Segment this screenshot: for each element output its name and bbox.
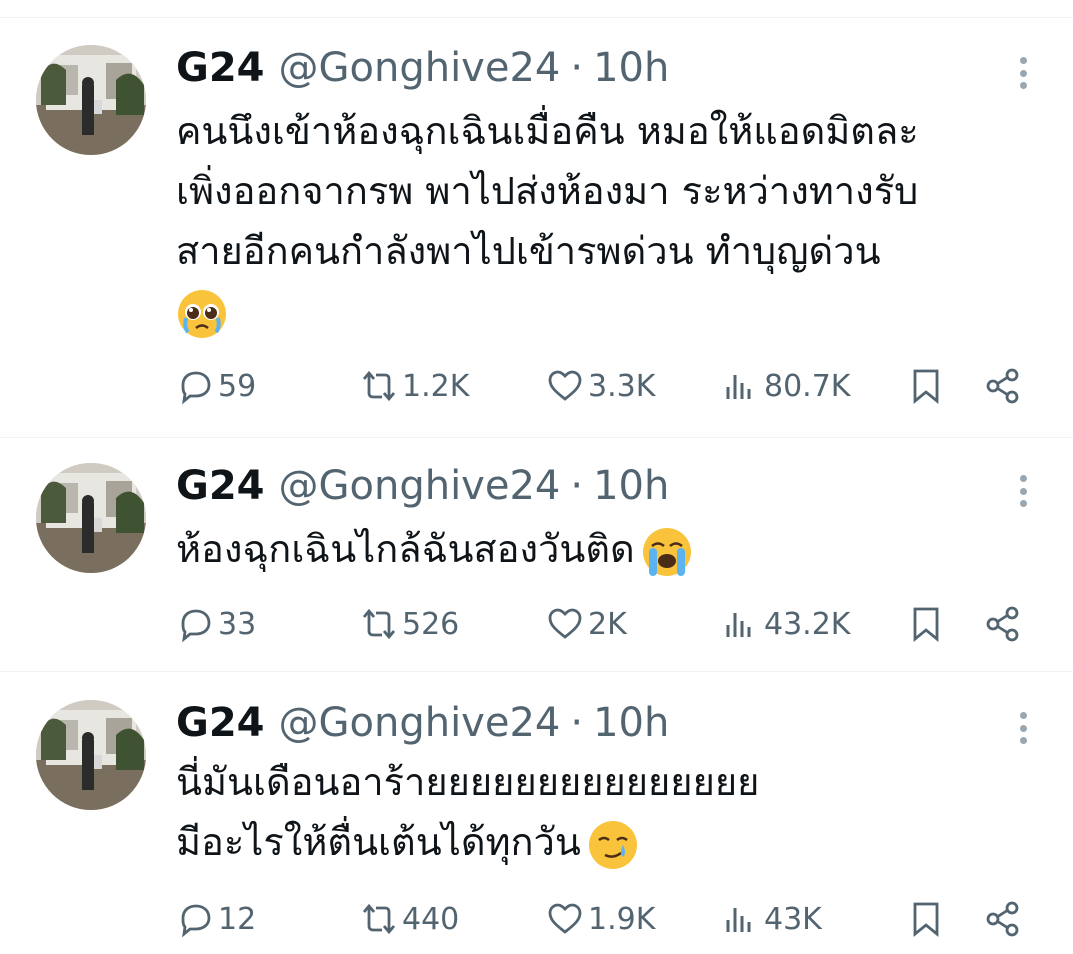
views-button[interactable]: 43.2K bbox=[722, 601, 850, 647]
reply-count: 59 bbox=[218, 368, 257, 404]
like-button[interactable]: 2K bbox=[546, 601, 627, 647]
avatar-photo-icon bbox=[36, 463, 146, 573]
share-icon bbox=[986, 901, 1019, 937]
separator-dot: · bbox=[570, 463, 584, 509]
reply-button[interactable]: 59 bbox=[176, 363, 256, 409]
views-bar-chart-icon bbox=[726, 613, 751, 637]
reply-icon bbox=[181, 609, 211, 643]
timestamp[interactable]: 10h bbox=[593, 45, 669, 91]
views-count: 43.2K bbox=[764, 606, 851, 642]
tweet-text: นี่มันเดือนอาร้ายยยยยยยยยยยยยยย มีอะไรให… bbox=[176, 752, 1046, 872]
tweet-text: ห้องฉุกเฉินไกล้ฉันสองวันติด bbox=[176, 519, 1046, 579]
tweet-header: G24 @Gonghive24 · 10h bbox=[176, 700, 669, 750]
separator-dot: · bbox=[570, 700, 584, 746]
retweet-icon bbox=[362, 370, 396, 402]
tweet-actions: 12 440 1.9K 43K bbox=[176, 896, 1036, 942]
display-name[interactable]: G24 bbox=[176, 45, 265, 91]
retweet-icon bbox=[362, 903, 396, 935]
tweet-1[interactable]: G24 @Gonghive24 · 10h คนนึงเข้าห้องฉุกเฉ… bbox=[0, 45, 1073, 437]
views-button[interactable]: 43K bbox=[722, 896, 822, 942]
tweet-text-line: เพิ่งออกจากรพ พาไปส่งห้องมา ระหว่างทางรั… bbox=[176, 169, 919, 213]
tweet-text-line bbox=[176, 281, 1046, 341]
bookmark-button[interactable] bbox=[907, 601, 945, 647]
user-handle[interactable]: @Gonghive24 bbox=[279, 45, 561, 91]
tweet-header: G24 @Gonghive24 · 10h bbox=[176, 45, 669, 95]
tweet-divider bbox=[0, 437, 1073, 438]
avatar[interactable] bbox=[36, 700, 146, 810]
reply-button[interactable]: 33 bbox=[176, 601, 256, 647]
bookmark-icon bbox=[913, 607, 939, 642]
views-count: 43K bbox=[764, 901, 822, 937]
tweet-text-line: ห้องฉุกเฉินไกล้ฉันสองวันติด bbox=[176, 519, 1046, 579]
display-name[interactable]: G24 bbox=[176, 463, 265, 509]
heart-icon bbox=[548, 370, 582, 401]
like-count: 1.9K bbox=[588, 901, 656, 937]
pleading-face-with-tears-icon bbox=[178, 289, 226, 338]
tweet-header: G24 @Gonghive24 · 10h bbox=[176, 463, 669, 513]
avatar[interactable] bbox=[36, 463, 146, 573]
smiling-face-with-tear-icon bbox=[588, 820, 637, 869]
more-options-icon[interactable] bbox=[1013, 708, 1033, 748]
reply-icon bbox=[181, 371, 211, 405]
reply-count: 12 bbox=[218, 901, 257, 937]
timestamp[interactable]: 10h bbox=[593, 700, 669, 746]
like-count: 3.3K bbox=[588, 368, 656, 404]
more-options-icon[interactable] bbox=[1013, 471, 1033, 511]
reply-icon bbox=[181, 904, 211, 938]
reply-button[interactable]: 12 bbox=[176, 896, 256, 942]
bookmark-button[interactable] bbox=[907, 363, 945, 409]
separator-dot: · bbox=[570, 45, 584, 91]
retweet-button[interactable]: 1.2K bbox=[360, 363, 469, 409]
tweet-actions: 59 1.2K 3.3K 80.7K bbox=[176, 363, 1036, 409]
views-button[interactable]: 80.7K bbox=[722, 363, 850, 409]
tweet-text-line: สายอีกคนกำลังพาไปเข้ารพด่วน ทำบุญด่วน bbox=[176, 229, 881, 273]
tweet-2[interactable]: G24 @Gonghive24 · 10h ห้องฉุกเฉินไกล้ฉัน… bbox=[0, 463, 1073, 671]
share-button[interactable] bbox=[984, 896, 1022, 942]
bookmark-button[interactable] bbox=[907, 896, 945, 942]
retweet-count: 526 bbox=[402, 606, 460, 642]
tweet-text-content: ห้องฉุกเฉินไกล้ฉันสองวันติด bbox=[176, 527, 635, 571]
retweet-icon bbox=[362, 608, 396, 640]
retweet-count: 1.2K bbox=[402, 368, 470, 404]
bookmark-icon bbox=[913, 902, 939, 937]
avatar[interactable] bbox=[36, 45, 146, 155]
like-button[interactable]: 3.3K bbox=[546, 363, 655, 409]
share-icon bbox=[986, 606, 1019, 642]
share-icon bbox=[986, 368, 1019, 404]
views-bar-chart-icon bbox=[726, 908, 751, 932]
like-count: 2K bbox=[588, 606, 627, 642]
loudly-crying-face-icon bbox=[642, 527, 691, 576]
avatar-photo-icon bbox=[36, 700, 146, 810]
timestamp[interactable]: 10h bbox=[593, 463, 669, 509]
tweet-text-line: นี่มันเดือนอาร้ายยยยยยยยยยยยยยย bbox=[176, 760, 760, 804]
retweet-button[interactable]: 440 bbox=[360, 896, 459, 942]
tweet-3[interactable]: G24 @Gonghive24 · 10h นี่มันเดือนอาร้ายย… bbox=[0, 700, 1073, 954]
top-divider bbox=[0, 17, 1073, 18]
reply-count: 33 bbox=[218, 606, 257, 642]
share-button[interactable] bbox=[984, 601, 1022, 647]
tweet-text-line: มีอะไรให้ตื่นเต้นได้ทุกวัน bbox=[176, 812, 1046, 872]
user-handle[interactable]: @Gonghive24 bbox=[279, 463, 561, 509]
tweet-divider bbox=[0, 671, 1073, 672]
like-button[interactable]: 1.9K bbox=[546, 896, 655, 942]
more-options-icon[interactable] bbox=[1013, 53, 1033, 93]
user-handle[interactable]: @Gonghive24 bbox=[279, 700, 561, 746]
retweet-count: 440 bbox=[402, 901, 460, 937]
heart-icon bbox=[548, 608, 582, 639]
bookmark-icon bbox=[913, 369, 939, 404]
views-bar-chart-icon bbox=[726, 375, 751, 399]
tweet-actions: 33 526 2K 43.2K bbox=[176, 601, 1036, 647]
views-count: 80.7K bbox=[764, 368, 851, 404]
heart-icon bbox=[548, 903, 582, 934]
avatar-photo-icon bbox=[36, 45, 146, 155]
tweet-text-line: คนนึงเข้าห้องฉุกเฉินเมื่อคืน หมอให้แอดมิ… bbox=[176, 109, 919, 153]
tweet-text: คนนึงเข้าห้องฉุกเฉินเมื่อคืน หมอให้แอดมิ… bbox=[176, 101, 1046, 341]
tweet-text-content: มีอะไรให้ตื่นเต้นได้ทุกวัน bbox=[176, 820, 581, 864]
retweet-button[interactable]: 526 bbox=[360, 601, 459, 647]
share-button[interactable] bbox=[984, 363, 1022, 409]
display-name[interactable]: G24 bbox=[176, 700, 265, 746]
